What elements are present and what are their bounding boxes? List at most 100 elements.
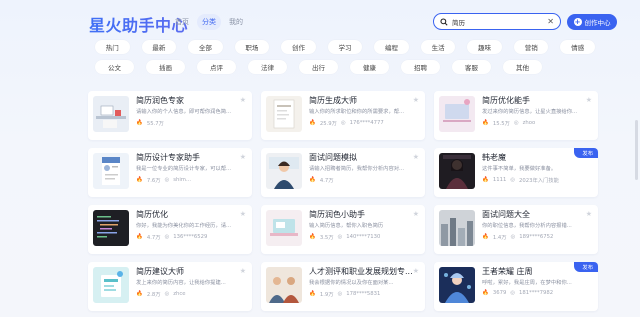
scrollbar[interactable] bbox=[635, 120, 638, 180]
card-meta: 🔥 4.7万 bbox=[309, 176, 420, 184]
category-chip[interactable]: 情感 bbox=[560, 40, 596, 54]
assistant-thumbnail bbox=[93, 267, 129, 303]
favorite-star-icon[interactable]: ★ bbox=[240, 96, 246, 104]
usage-count: 25.9万 bbox=[319, 121, 337, 127]
card-meta: 🔥 1.4万 ◎ 189****6752 bbox=[482, 233, 593, 241]
category-chip[interactable]: 招聘 bbox=[401, 60, 440, 74]
card-meta: 🔥 1.9万 ◎ 178****5831 bbox=[309, 290, 420, 298]
assistant-thumbnail bbox=[93, 153, 129, 189]
card-description: 我是一位专业的简历设计专家，可以帮... bbox=[136, 166, 232, 172]
category-chip[interactable]: 热门 bbox=[95, 40, 130, 54]
assistant-card[interactable]: 简历润色专家 请输入你的个人信息，即可帮你润色简... 🔥 55.7万 ★ bbox=[88, 91, 252, 140]
author-name: 2023年入门技能 bbox=[518, 178, 559, 184]
category-chip[interactable]: 最新 bbox=[141, 40, 177, 54]
usage-count: 55.7万 bbox=[146, 121, 164, 127]
assistant-card[interactable]: 简历优化能手 发过来你的简历信息，让星火直接给你... 🔥 15.5万 ◎ zhoo ★ bbox=[434, 91, 598, 140]
card-info: 简历润色小助手输入简历信息，帮你入职色简历 🔥 3.5万 ◎ 140****7130 bbox=[309, 210, 420, 249]
tab-home[interactable]: 首页 bbox=[170, 14, 194, 30]
assistant-card[interactable]: 王者荣耀 庄周 呼啦，累好，我是庄周，在梦中和你... 🔥 3679 ◎ 181****7… bbox=[434, 262, 598, 311]
assistant-card[interactable]: 简历优化 你好，我能为你美化你的工作经历，请... 🔥 4.7万 ◎ 136****652… bbox=[88, 205, 252, 254]
category-chip[interactable]: 公文 bbox=[95, 60, 134, 74]
author-icon: ◎ bbox=[337, 291, 343, 297]
category-chip[interactable]: 点评 bbox=[197, 60, 236, 74]
publish-badge: 发布 bbox=[574, 148, 598, 158]
card-description: 输入简历信息，帮你入职色简历 bbox=[309, 223, 384, 229]
tab-mine[interactable]: 我的 bbox=[224, 14, 248, 30]
category-filter: 热门 最新 全部 职场 创作 学习 编程 生活 趣味 营销 情感 公文 插画 点评 法律 出行 健康 招聘 客服其… bbox=[95, 40, 596, 80]
author-icon: ◎ bbox=[164, 291, 170, 297]
favorite-star-icon[interactable]: ★ bbox=[586, 96, 592, 104]
category-row: 热门 最新 全部 职场 创作 学习 编程 生活 趣味 营销 情感 bbox=[95, 40, 596, 54]
tab-category[interactable]: 分类 bbox=[197, 14, 221, 30]
card-info: 简历设计专家助手 我是一位专业的简历设计专家，可以帮... 🔥 7.6万 ◎ shim..… bbox=[136, 153, 247, 192]
category-chip[interactable]: 营销 bbox=[513, 40, 549, 54]
card-description: 你好，我能为你美化你的工作经历，请... bbox=[136, 223, 232, 229]
assistant-card[interactable]: 简历润色小助手输入简历信息，帮你入职色简历 🔥 3.5万 ◎ 140****7130 ★ bbox=[261, 205, 425, 254]
category-chip[interactable]: 其他 bbox=[503, 60, 542, 74]
search-input[interactable] bbox=[452, 17, 538, 26]
category-chip[interactable]: 创作 bbox=[281, 40, 316, 54]
favorite-star-icon[interactable]: ★ bbox=[586, 210, 592, 218]
card-info: 简历润色专家 请输入你的个人信息，即可帮你润色简... 🔥 55.7万 bbox=[136, 96, 247, 135]
usage-count: 1.9万 bbox=[319, 292, 334, 298]
category-chip[interactable]: 趣味 bbox=[467, 40, 502, 54]
category-chip[interactable]: 健康 bbox=[350, 60, 389, 74]
fire-icon: 🔥 bbox=[136, 120, 143, 126]
assistant-thumbnail bbox=[266, 96, 302, 132]
card-title: 人才测评和职业发展规划专... bbox=[309, 267, 413, 276]
clear-icon[interactable]: ✕ bbox=[547, 17, 554, 26]
card-info: 简历建议大师 发上来你的简历内容，让我给你提建... 🔥 2.8万 ◎ zhce bbox=[136, 267, 247, 306]
author-name: shim... bbox=[173, 177, 192, 183]
assistant-card[interactable]: 简历设计专家助手 我是一位专业的简历设计专家，可以帮... 🔥 7.6万 ◎ shim..… bbox=[88, 148, 252, 197]
category-chip[interactable]: 编程 bbox=[374, 40, 409, 54]
assistant-thumbnail bbox=[439, 96, 475, 132]
fire-icon: 🔥 bbox=[482, 177, 489, 183]
usage-count: 1.4万 bbox=[492, 235, 507, 241]
card-meta: 🔥 7.6万 ◎ shim... bbox=[136, 176, 247, 184]
assistant-card[interactable]: 简历建议大师 发上来你的简历内容，让我给你提建... 🔥 2.8万 ◎ zhce ★ bbox=[88, 262, 252, 311]
card-meta: 🔥 25.9万 ◎ 176****4777 bbox=[309, 119, 420, 127]
category-chip[interactable]: 职场 bbox=[234, 40, 270, 54]
category-chip[interactable]: 客服 bbox=[452, 60, 491, 74]
category-chip[interactable]: 学习 bbox=[327, 40, 363, 54]
assistant-thumbnail bbox=[266, 267, 302, 303]
assistant-card[interactable]: 面试问题模拟 请输入招聘者简历，我帮你分析内容对... 🔥 4.7万 ★ bbox=[261, 148, 425, 197]
card-meta: 🔥 15.5万 ◎ zhoo bbox=[482, 119, 593, 127]
favorite-star-icon[interactable]: ★ bbox=[240, 267, 246, 275]
usage-count: 3.5万 bbox=[319, 235, 334, 241]
category-chip[interactable]: 出行 bbox=[299, 60, 338, 74]
card-info: 简历优化 你好，我能为你美化你的工作经历，请... 🔥 4.7万 ◎ 136****652… bbox=[136, 210, 247, 249]
card-description: 请输入你的个人信息，即可帮你润色简... bbox=[136, 109, 232, 115]
author-name: 189****6752 bbox=[519, 234, 554, 240]
category-chip[interactable]: 法律 bbox=[248, 60, 287, 74]
assistant-grid: 简历润色专家 请输入你的个人信息，即可帮你润色简... 🔥 55.7万 ★ 简历生成大师输… bbox=[88, 91, 598, 311]
favorite-star-icon[interactable]: ★ bbox=[413, 96, 419, 104]
assistant-card[interactable]: 韩老魔 这件事不简单，我要做好准备。 🔥 1111 ◎ 2023年入门技能 发布 bbox=[434, 148, 598, 197]
favorite-star-icon[interactable]: ★ bbox=[413, 153, 419, 161]
usage-count: 1111 bbox=[492, 177, 507, 183]
fire-icon: 🔥 bbox=[136, 291, 143, 297]
favorite-star-icon[interactable]: ★ bbox=[240, 210, 246, 218]
card-title: 简历润色小助手 bbox=[309, 210, 365, 219]
assistant-card[interactable]: 人才测评和职业发展规划专... 我会根据你的情况以及你在面对某... 🔥 1.9万 ◎ 1… bbox=[261, 262, 425, 311]
assistant-card[interactable]: 面试问题大全 你的职位信息，我帮你分析内容报错... 🔥 1.4万 ◎ 189****67… bbox=[434, 205, 598, 254]
card-info: 王者荣耀 庄周 呼啦，累好，我是庄周，在梦中和你... 🔥 3679 ◎ 181****7… bbox=[482, 267, 593, 306]
favorite-star-icon[interactable]: ★ bbox=[413, 267, 419, 275]
card-meta: 🔥 3.5万 ◎ 140****7130 bbox=[309, 233, 420, 241]
author-icon: ◎ bbox=[510, 290, 515, 296]
create-center-button[interactable]: + 创作中心 bbox=[567, 14, 617, 30]
category-chip[interactable]: 全部 bbox=[188, 40, 223, 54]
fire-icon: 🔥 bbox=[482, 120, 489, 126]
favorite-star-icon[interactable]: ★ bbox=[413, 210, 419, 218]
author-icon: ◎ bbox=[340, 120, 346, 126]
author-name: 176****4777 bbox=[349, 120, 384, 126]
favorite-star-icon[interactable]: ★ bbox=[240, 153, 246, 161]
card-meta: 🔥 1111 ◎ 2023年入门技能 bbox=[482, 176, 593, 184]
publish-badge: 发布 bbox=[574, 262, 598, 272]
card-meta: 🔥 3679 ◎ 181****7982 bbox=[482, 290, 593, 296]
category-chip[interactable]: 插画 bbox=[146, 60, 185, 74]
assistant-card[interactable]: 简历生成大师 输入你的所求职位和你的所需要求，帮... 🔥 25.9万 ◎ 176****… bbox=[261, 91, 425, 140]
fire-icon: 🔥 bbox=[136, 177, 143, 183]
category-chip[interactable]: 生活 bbox=[420, 40, 456, 54]
card-info: 面试问题大全 你的职位信息，我帮你分析内容报错... 🔥 1.4万 ◎ 189****67… bbox=[482, 210, 593, 249]
